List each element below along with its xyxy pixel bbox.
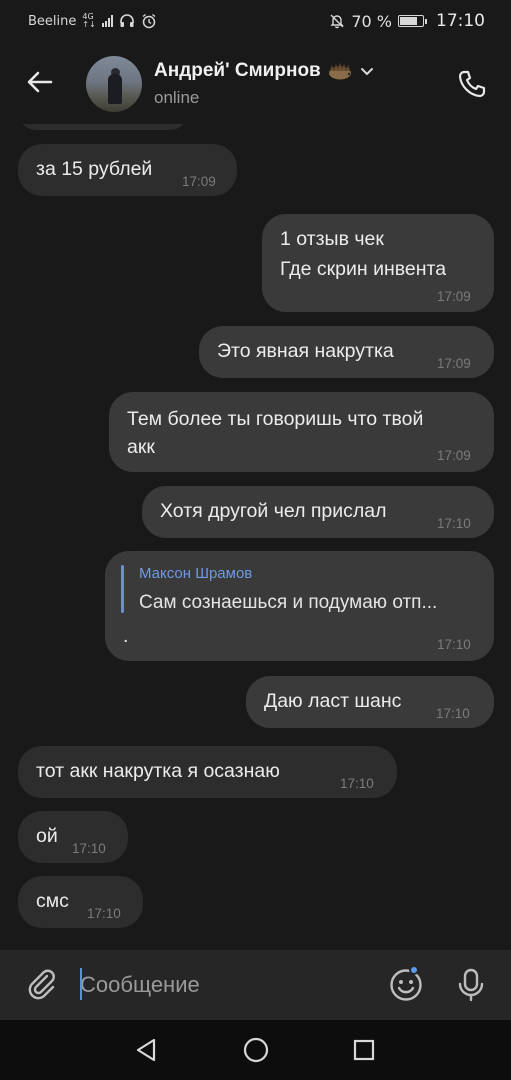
composer-bar [0, 950, 511, 1020]
message-time: 17:10 [437, 637, 471, 652]
message-bubble[interactable]: Даю ласт шанс 17:10 [246, 676, 494, 728]
hedgehog-emoji-icon [328, 62, 351, 80]
nav-home-icon [243, 1037, 269, 1063]
chevron-down-icon[interactable] [359, 63, 375, 79]
status-time: 17:10 [436, 11, 485, 31]
back-arrow-icon [27, 71, 53, 93]
call-button[interactable] [452, 64, 492, 104]
message-bubble-partial[interactable] [18, 124, 188, 130]
status-left: Beeline 4G ↑↓ [28, 13, 157, 29]
message-text: ой [36, 825, 58, 847]
battery-fill [400, 17, 417, 25]
message-bubble[interactable]: ой 17:10 [18, 811, 128, 863]
signal-icon [101, 15, 113, 27]
message-text: . [123, 625, 129, 647]
message-text: Хотя другой чел прислал [160, 500, 387, 522]
status-bar: Beeline 4G ↑↓ 70 % 17:10 [0, 0, 511, 42]
nav-back-icon [136, 1038, 156, 1062]
message-text-line: Где скрин инвента [280, 258, 447, 280]
message-text: тот акк накрутка я осазнаю [36, 760, 280, 782]
message-time: 17:10 [87, 906, 121, 921]
battery-percent: 70 % [351, 11, 392, 31]
message-time: 17:10 [437, 516, 471, 531]
message-text: Это явная накрутка [217, 340, 394, 362]
mute-bell-icon [330, 14, 345, 29]
nav-back-button[interactable] [130, 1034, 162, 1066]
status-right: 70 % 17:10 [329, 11, 485, 31]
carrier-label: Beeline [28, 13, 77, 29]
back-button[interactable] [22, 64, 58, 100]
attach-button[interactable] [22, 964, 62, 1004]
message-time: 17:09 [437, 448, 471, 463]
sticker-button[interactable] [385, 964, 427, 1006]
message-time: 17:10 [72, 841, 106, 856]
message-time: 17:09 [437, 356, 471, 371]
reply-quote-bar [121, 565, 124, 613]
message-text: Даю ласт шанс [264, 690, 402, 712]
nav-recents-icon [353, 1039, 375, 1061]
reply-text[interactable]: Сам сознаешься и подумаю отп... [139, 591, 437, 615]
network-type-badge: 4G ↑↓ [82, 12, 96, 29]
message-time: 17:09 [437, 289, 471, 304]
message-text-line: Тем более ты говоришь что твой [127, 408, 424, 430]
message-time: 17:10 [340, 776, 374, 791]
voice-message-button[interactable] [450, 964, 492, 1006]
headphones-icon [119, 14, 134, 27]
message-text: за 15 рублей [36, 158, 153, 180]
reply-author[interactable]: Максон Шрамов [139, 565, 252, 583]
message-bubble[interactable]: 1 отзыв чек Где скрин инвента 17:09 [262, 214, 494, 312]
message-list[interactable]: за 15 рублей 17:09 1 отзыв чек Где скрин… [0, 124, 511, 950]
message-bubble[interactable]: Это явная накрутка 17:09 [199, 326, 494, 378]
peer-name: Андрей' Смирнов [154, 60, 321, 81]
message-text: смс [36, 890, 69, 912]
paperclip-icon [28, 969, 55, 1000]
message-time: 17:10 [436, 706, 470, 721]
message-text-line: 1 отзыв чек [280, 228, 384, 250]
alarm-icon [142, 13, 156, 29]
message-bubble[interactable]: смс 17:10 [18, 876, 143, 928]
message-text-line: акк [127, 436, 155, 458]
sticker-badge-dot [409, 965, 419, 975]
message-bubble[interactable]: Хотя другой чел прислал 17:10 [142, 486, 494, 538]
avatar[interactable] [86, 56, 142, 112]
peer-status: online [154, 88, 200, 107]
message-bubble[interactable]: Тем более ты говоришь что твой акк 17:09 [109, 392, 494, 472]
microphone-icon [458, 968, 484, 1002]
message-bubble[interactable]: за 15 рублей 17:09 [18, 144, 237, 196]
chat-header: Андрей' Смирнов online [0, 42, 511, 124]
message-time: 17:09 [182, 174, 216, 189]
text-caret [80, 968, 82, 1000]
reply-message-bubble[interactable]: Максон Шрамов Сам сознаешься и подумаю о… [105, 551, 494, 661]
message-bubble[interactable]: тот акк накрутка я осазнаю 17:10 [18, 746, 397, 798]
peer-name-row[interactable]: Андрей' Смирнов [154, 60, 375, 82]
phone-icon [458, 70, 486, 98]
nav-recents-button[interactable] [348, 1034, 380, 1066]
nav-home-button[interactable] [240, 1034, 272, 1066]
system-nav-bar [0, 1020, 511, 1080]
message-input[interactable] [80, 964, 370, 1006]
battery-icon [398, 15, 427, 27]
sticker-smile-icon [390, 969, 422, 1001]
